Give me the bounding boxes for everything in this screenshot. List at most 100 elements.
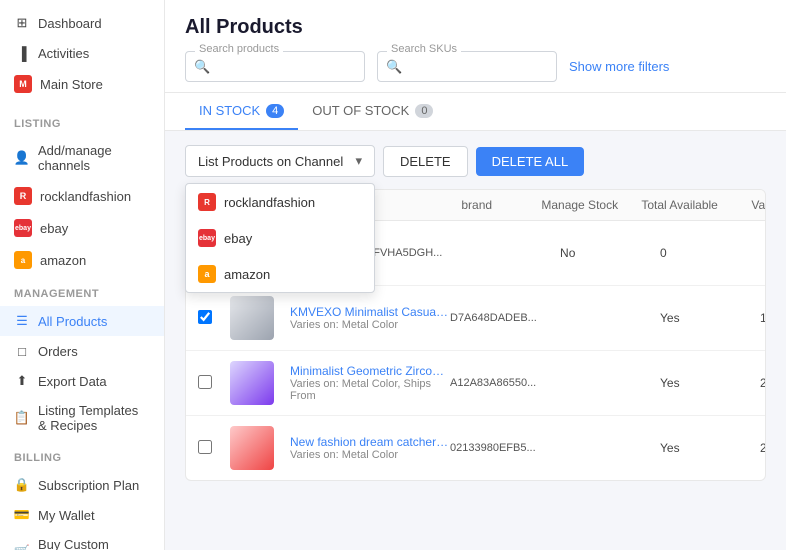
sidebar-item-orders[interactable]: □ Orders [0,336,164,366]
row-checkbox-3[interactable] [198,440,212,454]
table-row: KMVEXO Minimalist Casual Neck Ch... Vari… [186,286,765,351]
product-variant: Varies on: Metal Color [290,449,450,461]
row-checkbox-cell [198,375,230,392]
all-products-icon: ☰ [14,313,30,329]
dropdown-amazon-icon: a [198,265,216,283]
row-checkbox-2[interactable] [198,375,212,389]
header-brand-col: brand [461,198,541,212]
sidebar-item-export-data[interactable]: ⬆ Export Data [0,366,164,396]
sidebar-item-amazon[interactable]: a amazon [0,244,164,276]
export-data-icon: ⬆ [14,373,30,389]
main-store-icon: M [14,75,32,93]
sidebar-item-all-products[interactable]: ☰ All Products [0,306,164,336]
page-title: All Products [185,16,766,39]
sidebar-item-custom-service[interactable]: 🛒 Buy Custom Service [0,530,164,550]
row-checkbox-1[interactable] [198,310,212,324]
tab-out-of-stock[interactable]: OUT OF STOCK 0 [298,93,447,130]
search-products-box: Search products 🔍 [185,51,365,82]
list-products-dropdown-container: List Products on Channel ▾ R rocklandfas… [185,145,375,177]
row-checkbox-cell [198,310,230,327]
sidebar-item-activities[interactable]: ▐ Activities [0,38,164,68]
row-image-cell [230,426,290,470]
wallet-icon: 💳 [14,507,30,523]
sidebar-item-add-channels[interactable]: 👤 Add/manage channels [0,136,164,180]
in-stock-badge: 4 [266,104,284,118]
search-skus-box: Search SKUs 🔍 [377,51,557,82]
dropdown-item-ebay[interactable]: ebay ebay [186,220,374,256]
search-skus-label: Search SKUs [387,43,461,55]
product-image [230,426,274,470]
dropdown-arrow-icon: ▾ [355,153,362,169]
row-total-available: 10259 [760,311,766,325]
product-variant: Varies on: Metal Color [290,319,450,331]
search-products-label: Search products [195,43,283,55]
search-skus-input[interactable] [377,51,557,82]
row-sku: 02133980EFB5... [450,442,580,454]
header-manage-stock-col: Manage Stock [541,198,641,212]
table-row: Minimalist Geometric Zircon Oval Ea... V… [186,351,765,416]
subscription-icon: 🔒 [14,477,30,493]
dropdown-ebay-icon: ebay [198,229,216,247]
management-section-label: Management [0,278,164,304]
main-header: All Products Search products 🔍 Search SK… [165,0,786,93]
list-products-dropdown-btn[interactable]: List Products on Channel ▾ [185,145,375,177]
product-image [230,296,274,340]
tabs-row: IN STOCK 4 OUT OF STOCK 0 [165,93,786,131]
header-total-available-col: Total Available [641,198,751,212]
product-name[interactable]: New fashion dream catcher series J... [290,435,450,449]
sidebar-item-listing-templates[interactable]: 📋 Listing Templates & Recipes [0,396,164,440]
dropdown-item-rocklandfashion[interactable]: R rocklandfashion [186,184,374,220]
row-checkbox-cell [198,440,230,457]
filters-row: Search products 🔍 Search SKUs 🔍 Show mor… [185,51,766,82]
rocklandfashion-icon: R [14,187,32,205]
sidebar-item-rocklandfashion[interactable]: R rocklandfashion [0,180,164,212]
row-sku: D7A648DADEB... [450,312,580,324]
row-total-available: 24726 [760,441,766,455]
amazon-icon: a [14,251,32,269]
row-total-available: 21571 [760,376,766,390]
main-content: All Products Search products 🔍 Search SK… [165,0,786,550]
search-products-input[interactable] [185,51,365,82]
dropdown-item-amazon[interactable]: a amazon [186,256,374,292]
sidebar-item-dashboard[interactable]: ⊞ Dashboard [0,8,164,38]
search-skus-icon: 🔍 [386,59,402,75]
out-of-stock-badge: 0 [415,104,433,118]
product-image [230,361,274,405]
row-manage-stock: Yes [660,311,760,325]
row-image-cell [230,296,290,340]
row-manage-stock: No [560,246,660,260]
tab-in-stock[interactable]: IN STOCK 4 [185,93,298,130]
listing-templates-icon: 📋 [14,410,30,426]
row-product-cell: Minimalist Geometric Zircon Oval Ea... V… [290,364,450,402]
sidebar-item-main-store[interactable]: M Main Store [0,68,164,100]
actions-row: List Products on Channel ▾ R rocklandfas… [185,145,766,177]
row-manage-stock: Yes [660,376,760,390]
table-row: New fashion dream catcher series J... Va… [186,416,765,480]
listing-section-label: Listing [0,108,164,134]
add-channels-icon: 👤 [14,150,30,166]
orders-icon: □ [14,343,30,359]
row-image-cell [230,361,290,405]
sidebar-item-ebay[interactable]: ebay ebay [0,212,164,244]
activities-icon: ▐ [14,45,30,61]
header-variants-col: Variants [751,198,766,212]
row-manage-stock: Yes [660,441,760,455]
products-area: List Products on Channel ▾ R rocklandfas… [165,131,786,550]
dashboard-icon: ⊞ [14,15,30,31]
delete-all-button[interactable]: DELETE ALL [476,147,585,176]
row-product-cell: KMVEXO Minimalist Casual Neck Ch... Vari… [290,305,450,331]
sidebar-item-subscription[interactable]: 🔒 Subscription Plan [0,470,164,500]
row-total-available: 0 [660,246,766,260]
sidebar: ⊞ Dashboard ▐ Activities M Main Store Li… [0,0,165,550]
billing-section-label: Billing [0,442,164,468]
sidebar-item-wallet[interactable]: 💳 My Wallet [0,500,164,530]
product-name[interactable]: KMVEXO Minimalist Casual Neck Ch... [290,305,450,319]
product-name[interactable]: Minimalist Geometric Zircon Oval Ea... [290,364,450,378]
delete-button[interactable]: DELETE [383,146,468,177]
row-sku: A12A83A86550... [450,377,580,389]
custom-service-icon: 🛒 [14,544,30,550]
show-more-filters-link[interactable]: Show more filters [569,59,669,74]
product-variant: Varies on: Metal Color, Ships From [290,378,450,402]
ebay-icon: ebay [14,219,32,237]
dropdown-rl-icon: R [198,193,216,211]
